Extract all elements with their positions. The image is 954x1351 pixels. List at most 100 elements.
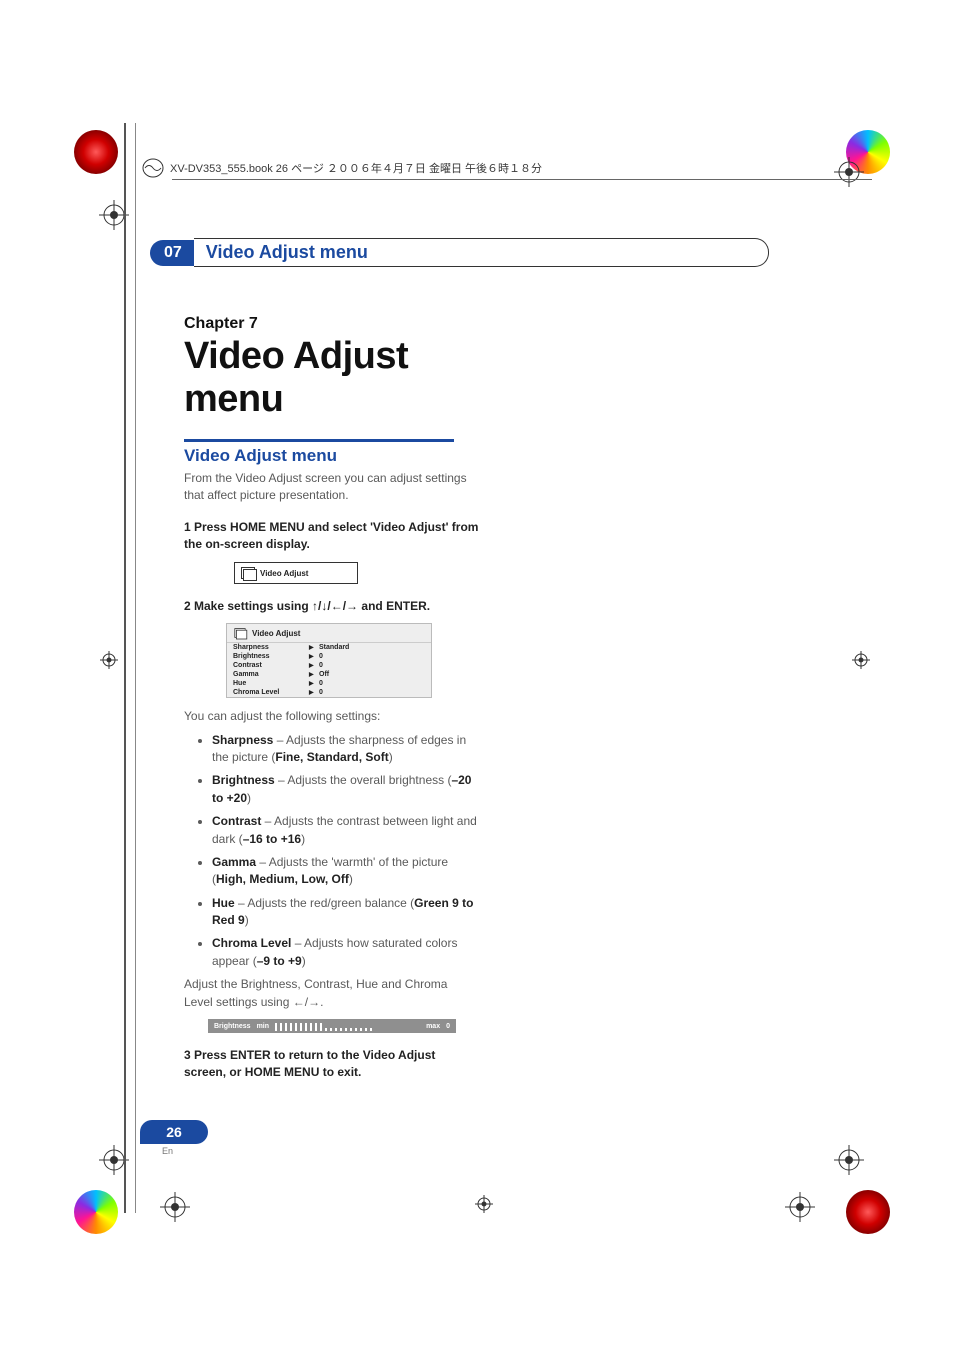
slider-label: Brightness <box>214 1023 251 1030</box>
setting-close: ) <box>301 832 305 846</box>
slider-max: max <box>426 1023 440 1030</box>
stacked-window-icon <box>241 567 255 579</box>
osd-row: Brightness▶0 <box>227 652 431 661</box>
page-number: 26 <box>166 1124 182 1140</box>
book-icon <box>142 157 164 179</box>
setting-opts: –16 to +16 <box>243 832 301 846</box>
adjust-line: Adjust the Brightness, Contrast, Hue and… <box>184 976 479 1011</box>
osd-label: Sharpness <box>233 644 309 651</box>
play-triangle-icon: ▶ <box>309 662 319 669</box>
osd-row: Chroma Level▶0 <box>227 688 431 697</box>
play-triangle-icon: ▶ <box>309 653 319 660</box>
osd-value: 0 <box>319 689 425 696</box>
chapter-number-badge: 07 <box>150 240 194 266</box>
registration-mark-icon <box>475 1195 493 1213</box>
video-adjust-osd: Video Adjust Sharpness▶Standard Brightne… <box>226 623 432 698</box>
section-intro: From the Video Adjust screen you can adj… <box>184 470 479 505</box>
setting-close: ) <box>247 791 251 805</box>
setting-opts: High, Medium, Low, Off <box>216 872 349 886</box>
setting-name: Gamma <box>212 855 256 869</box>
osd-value: 0 <box>319 653 425 660</box>
chapter-label: Chapter 7 <box>184 315 479 333</box>
step-2: 2 Make settings using ↑/↓/←/→ and ENTER. <box>184 598 479 615</box>
setting-name: Chroma Level <box>212 936 291 950</box>
section-rule <box>184 439 454 442</box>
registration-mark-icon <box>834 1145 864 1175</box>
setting-desc: – Adjusts the red/green balance ( <box>235 896 414 910</box>
slider-ticks <box>275 1021 420 1031</box>
setting-name: Contrast <box>212 814 261 828</box>
registration-mark-icon <box>100 651 118 669</box>
brightness-slider-osd: Brightness min max 0 <box>208 1019 456 1033</box>
big-title: Video Adjust menu <box>184 335 479 421</box>
play-triangle-icon: ▶ <box>309 671 319 678</box>
page-lang: En <box>162 1146 208 1156</box>
setting-close: ) <box>389 750 393 764</box>
list-item: Brightness – Adjusts the overall brightn… <box>212 772 479 807</box>
book-meta-line: XV-DV353_555.book 26 ページ ２００６年４月７日 金曜日 午… <box>142 156 542 180</box>
arrow-icons-leftright: ←/→ <box>293 995 320 1009</box>
printer-mark-red-br <box>846 1190 890 1234</box>
registration-mark-icon <box>852 651 870 669</box>
printer-mark-rainbow-bl <box>74 1190 118 1234</box>
osd-row: Hue▶0 <box>227 679 431 688</box>
page-number-badge: 26 En <box>140 1120 208 1150</box>
section-title: Video Adjust menu <box>184 446 479 466</box>
list-item: Gamma – Adjusts the 'warmth' of the pict… <box>212 854 479 889</box>
list-item: Contrast – Adjusts the contrast between … <box>212 813 479 848</box>
book-meta-text: XV-DV353_555.book 26 ページ ２００６年４月７日 金曜日 午… <box>170 160 542 176</box>
osd-label: Gamma <box>233 671 309 678</box>
setting-desc: – Adjusts the overall brightness ( <box>275 773 452 787</box>
step-1: 1 Press HOME MENU and select 'Video Adju… <box>184 519 479 553</box>
setting-close: ) <box>245 913 249 927</box>
osd-row: Contrast▶0 <box>227 661 431 670</box>
osd-row: Sharpness▶Standard <box>227 643 431 652</box>
binder-spine <box>124 123 126 1213</box>
page-header: 07 Video Adjust menu <box>150 238 769 267</box>
settings-intro: You can adjust the following settings: <box>184 708 479 725</box>
slider-min: min <box>257 1023 269 1030</box>
chapter-title-pill: Video Adjust menu <box>194 238 769 267</box>
arrow-icons-updownleftright: ↑/↓/←/→ <box>312 599 358 613</box>
step-3: 3 Press ENTER to return to the Video Adj… <box>184 1047 479 1081</box>
video-adjust-label: Video Adjust <box>260 569 308 578</box>
video-adjust-menu-item: Video Adjust <box>234 562 358 584</box>
osd-value: 0 <box>319 662 425 669</box>
chapter-title: Video Adjust menu <box>206 242 368 263</box>
book-meta-rule <box>172 179 872 180</box>
play-triangle-icon: ▶ <box>309 689 319 696</box>
setting-opts: –9 to +9 <box>257 954 302 968</box>
registration-mark-icon <box>785 1192 815 1222</box>
step-2-post: and ENTER. <box>358 599 430 613</box>
osd-title-row: Video Adjust <box>227 624 431 643</box>
slider-value: 0 <box>446 1023 450 1030</box>
list-item: Hue – Adjusts the red/green balance (Gre… <box>212 895 479 930</box>
list-item: Sharpness – Adjusts the sharpness of edg… <box>212 732 479 767</box>
printer-mark-red-tl <box>74 130 118 174</box>
content-column: Chapter 7 Video Adjust menu Video Adjust… <box>184 315 479 1081</box>
play-triangle-icon: ▶ <box>309 644 319 651</box>
setting-close: ) <box>349 872 353 886</box>
setting-name: Hue <box>212 896 235 910</box>
setting-name: Brightness <box>212 773 275 787</box>
settings-list: Sharpness – Adjusts the sharpness of edg… <box>184 732 479 971</box>
registration-mark-icon <box>160 1192 190 1222</box>
setting-close: ) <box>302 954 306 968</box>
osd-label: Contrast <box>233 662 309 669</box>
binder-spine-inner <box>135 123 136 1213</box>
stacked-window-icon <box>234 628 245 638</box>
osd-label: Hue <box>233 680 309 687</box>
setting-opts: Fine, Standard, Soft <box>275 750 388 764</box>
osd-value: 0 <box>319 680 425 687</box>
osd-value: Standard <box>319 644 425 651</box>
osd-title: Video Adjust <box>252 629 300 638</box>
list-item: Chroma Level – Adjusts how saturated col… <box>212 935 479 970</box>
osd-row: Gamma▶Off <box>227 670 431 679</box>
setting-name: Sharpness <box>212 733 273 747</box>
osd-value: Off <box>319 671 425 678</box>
registration-mark-icon <box>834 157 864 187</box>
play-triangle-icon: ▶ <box>309 680 319 687</box>
osd-label: Chroma Level <box>233 689 309 696</box>
step-2-pre: 2 Make settings using <box>184 599 312 613</box>
adjust-line-post: . <box>320 995 323 1009</box>
